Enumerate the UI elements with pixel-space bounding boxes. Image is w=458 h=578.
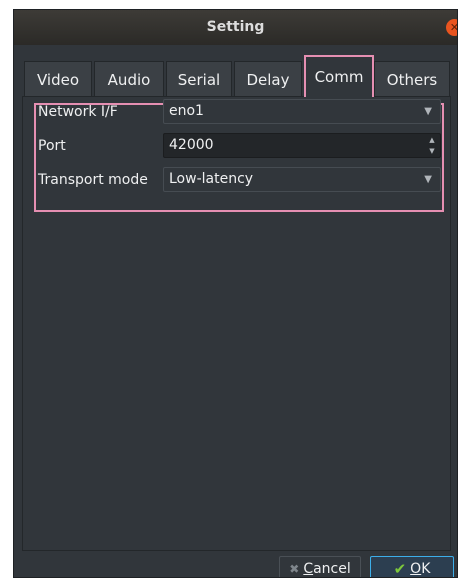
cancel-icon: ✖: [289, 562, 300, 576]
port-label: Port: [38, 138, 66, 154]
network-if-select[interactable]: eno1 ▼: [163, 99, 441, 124]
tab-serial[interactable]: Serial: [166, 61, 232, 97]
spin-up-icon[interactable]: ▲: [428, 136, 436, 144]
tab-others[interactable]: Others: [374, 61, 450, 97]
tab-comm[interactable]: Comm: [304, 55, 374, 97]
cancel-button[interactable]: ✖ Cancel: [279, 556, 361, 577]
chevron-down-icon: ▼: [424, 174, 432, 185]
ok-label: OK: [410, 561, 431, 577]
network-if-label: Network I/F: [38, 104, 118, 120]
transport-mode-label: Transport mode: [38, 172, 148, 188]
close-icon[interactable]: ✕: [446, 19, 457, 36]
port-value: 42000: [169, 137, 214, 153]
tab-video[interactable]: Video: [24, 61, 92, 97]
port-spinbox[interactable]: 42000 ▲ ▼: [163, 133, 441, 158]
settings-dialog: Setting ✕ Video Audio Serial Delay Other…: [13, 9, 458, 578]
network-if-value: eno1: [169, 103, 204, 119]
window-title: Setting: [206, 19, 265, 35]
spin-arrows-icon[interactable]: ▲ ▼: [428, 136, 436, 155]
ok-button[interactable]: ✔ OK: [370, 556, 454, 578]
tab-delay[interactable]: Delay: [234, 61, 302, 97]
chevron-down-icon: ▼: [424, 106, 432, 117]
cancel-label: Cancel: [303, 561, 351, 577]
title-bar[interactable]: Setting ✕: [14, 10, 457, 45]
check-icon: ✔: [393, 560, 407, 578]
spin-down-icon[interactable]: ▼: [428, 147, 436, 155]
tab-audio[interactable]: Audio: [94, 61, 164, 97]
transport-mode-select[interactable]: Low-latency ▼: [163, 167, 441, 192]
transport-mode-value: Low-latency: [169, 171, 254, 187]
